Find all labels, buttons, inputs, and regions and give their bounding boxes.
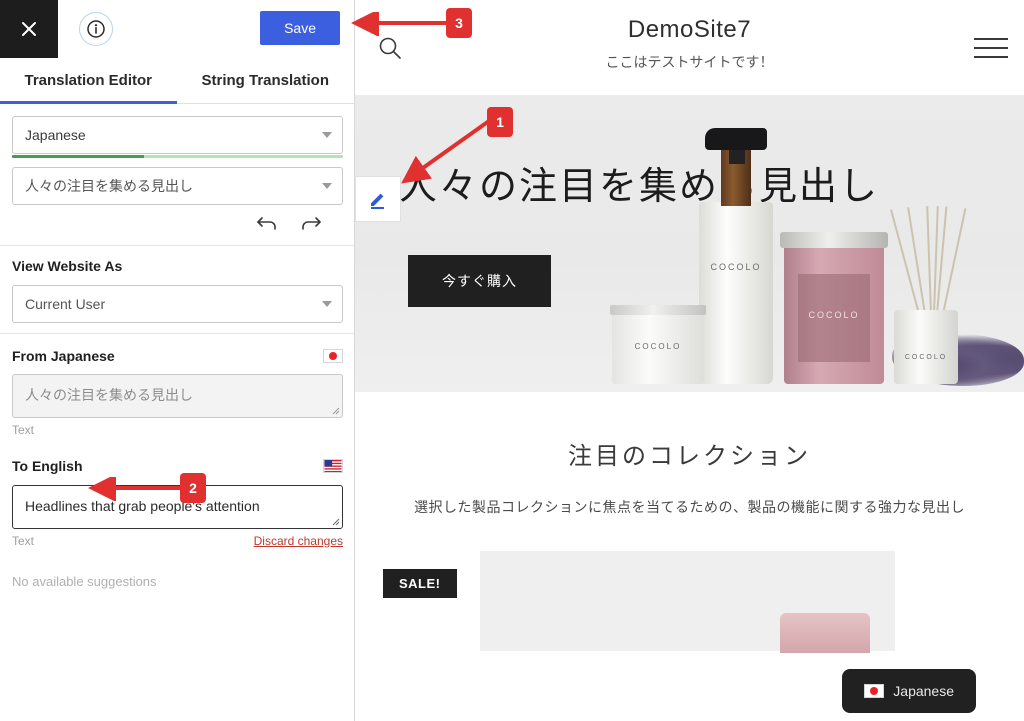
collection-subtitle: 選択した製品コレクションに焦点を当てるための、製品の機能に関する強力な見出し [414,499,965,515]
pink-jar: COCOLO [780,232,888,384]
history-controls [12,205,342,235]
collection-cards: SALE! [355,551,1024,653]
app-root: Save Translation Editor String Translati… [0,0,1024,721]
language-select[interactable]: Japanese [12,116,343,154]
tab-translation-editor[interactable]: Translation Editor [0,58,177,104]
product-card-image[interactable] [480,551,895,653]
undo-icon[interactable] [256,215,278,231]
hero-banner: 人々の注目を集める見出し 今すぐ購入 COCOLO COCOLO COCOLO … [355,95,1024,392]
source-text-section: From Japanese 人々の注目を集める見出し Text To Engli… [0,334,354,599]
tab-string-translation[interactable]: String Translation [177,58,355,103]
tab-label: Translation Editor [24,72,152,89]
string-select[interactable]: 人々の注目を集める見出し [12,167,343,205]
no-suggestions-text: No available suggestions [12,574,157,589]
sale-badge: SALE! [383,569,457,598]
source-text-area[interactable]: 人々の注目を集める見出し [12,374,343,418]
reed-sticks [890,204,967,315]
target-text-area[interactable]: Headlines that grab people's attention [12,485,343,529]
search-icon[interactable] [377,35,403,61]
flag-japan-icon [864,684,885,698]
product-brand-label: COCOLO [710,262,762,272]
language-select-value: Japanese [25,127,86,143]
tab-label: String Translation [201,72,329,89]
target-language-label: To English [12,458,83,474]
language-switcher-badge[interactable]: Japanese [842,669,976,713]
view-website-as-section: View Website As Current User [0,246,354,334]
product-brand-label: COCOLO [904,354,948,361]
site-tagline: ここはテストサイトです！ [605,54,774,70]
save-button[interactable]: Save [260,11,340,45]
translation-panel: Save Translation Editor String Translati… [0,0,355,721]
pump-bottle: COCOLO [699,128,773,384]
translation-progress-bar [12,155,343,158]
flag-usa-icon [323,457,343,475]
redo-icon[interactable] [300,215,322,231]
target-text-caption: Text [12,534,35,548]
cream-tin: COCOLO [610,305,706,384]
edit-pencil-icon[interactable] [355,176,401,222]
product-brand-label: COCOLO [634,342,682,351]
site-preview: DemoSite7 ここはテストサイトです！ 人々の注目を集める見出し 今すぐ購… [355,0,1024,721]
selectors-section: Japanese 人々の注目を集める見出し [0,104,354,246]
flag-japan-icon [323,349,343,363]
string-select-value: 人々の注目を集める見出し [25,178,193,194]
info-icon[interactable] [79,12,113,46]
chevron-down-icon [322,183,332,189]
annotation-marker-2: 2 [180,473,206,503]
hero-product-photo: COCOLO COCOLO COCOLO COCOLO [594,128,1024,392]
language-switcher-label: Japanese [893,683,954,699]
source-text-caption: Text [12,423,35,437]
chevron-down-icon [322,301,332,307]
diffuser-bottle: COCOLO [894,310,958,384]
annotation-marker-3: 3 [446,8,472,38]
collection-title: 注目のコレクション [568,443,811,470]
view-website-as-select[interactable]: Current User [12,285,343,323]
discard-changes-link[interactable]: Discard changes [254,534,343,548]
collection-section: 注目のコレクション 選択した製品コレクションに焦点を当てるための、製品の機能に関… [355,392,1024,653]
close-icon[interactable] [0,0,58,58]
panel-tabs: Translation Editor String Translation [0,58,354,104]
annotation-marker-1: 1 [487,107,513,137]
source-language-label: From Japanese [12,348,115,364]
product-brand-label: COCOLO [808,310,860,320]
hero-cta-button[interactable]: 今すぐ購入 [408,255,551,307]
view-website-as-label: View Website As [12,258,123,274]
hamburger-menu-icon[interactable] [974,31,1008,65]
view-website-as-value: Current User [25,296,106,312]
panel-toolbar: Save [0,0,354,58]
chevron-down-icon [322,132,332,138]
